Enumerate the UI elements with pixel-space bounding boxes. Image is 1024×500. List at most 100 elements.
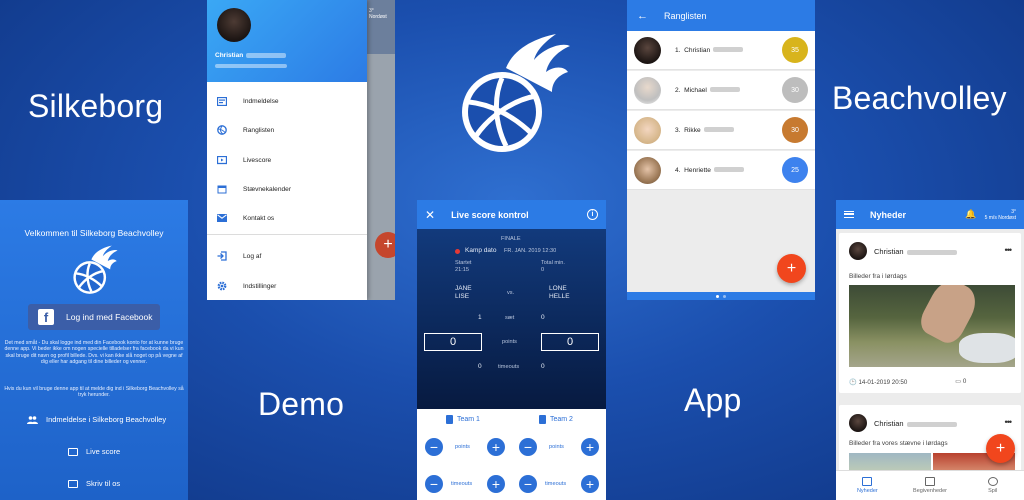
signup-label: Indmeldelse i Silkeborg Beachvolley [46, 415, 167, 424]
add-post-button[interactable]: + [986, 434, 1015, 463]
score-controls: Team 1 Team 2 − points + − points + − ti… [417, 409, 606, 500]
menu-icon[interactable] [844, 211, 854, 218]
login-screen: Velkommen til Silkeborg Beachvolley f Lo… [0, 200, 188, 500]
drawer-item-kontakt[interactable]: Kontakt os [207, 208, 367, 228]
news-screen: Nyheder 🔔 3° 5 m/s Nordøst Christian ••• … [836, 200, 1024, 500]
caption-silkeborg: Silkeborg [28, 88, 164, 124]
live-score-label: Live score [86, 447, 121, 456]
avatar [634, 36, 661, 64]
drawer-item-indmeldelse[interactable]: Indmeldelse [207, 91, 367, 111]
more-options-icon[interactable]: ••• [1005, 417, 1013, 427]
list-item[interactable]: 3. Rikke 30 [627, 111, 815, 150]
team2-points-minus-button[interactable]: − [519, 438, 537, 456]
post-text: Billeder fra i lørdags [849, 273, 907, 280]
ranking-appbar: ← Ranglisten [627, 0, 815, 31]
list-item[interactable]: 4. Henriette 25 [627, 151, 815, 190]
clipboard-icon [446, 415, 453, 424]
points-badge: 35 [782, 37, 808, 63]
close-icon[interactable]: ✕ [425, 208, 435, 222]
ranking-title: Ranglisten [664, 10, 707, 21]
post-author: Christian [874, 247, 957, 256]
back-arrow-icon[interactable]: ← [637, 10, 648, 22]
post-comments[interactable]: ▭ 0 [955, 378, 966, 386]
team1-points-minus-button[interactable]: − [425, 438, 443, 456]
team1-points-plus-button[interactable]: + [487, 438, 505, 456]
post-text: Billeder fra vores stævne i lørdags [849, 440, 948, 447]
live-appbar: ✕ Live score kontrol i [417, 200, 606, 229]
team1-timeouts: 0 [478, 363, 482, 370]
fine-print-text: Det med småt - Du skal logge ind med din… [4, 340, 184, 366]
team2-points-plus-button[interactable]: + [581, 438, 599, 456]
team1-timeouts-control-label: timeouts [451, 481, 473, 487]
live-score-link[interactable]: Live score [68, 447, 120, 456]
drawer-divider [207, 234, 367, 235]
points-badge: 30 [782, 117, 808, 143]
caption-app: App [684, 382, 742, 418]
add-button[interactable]: + [777, 254, 806, 283]
drawer-user-name: Christian [215, 52, 287, 59]
drawer-item-livescore[interactable]: Livescore [207, 150, 367, 170]
avatar [217, 8, 251, 42]
peek-weather: 3° Nordøst [369, 8, 387, 20]
match-category: FINALE [501, 236, 521, 242]
weather-readout: 3° 5 m/s Nordøst [984, 208, 1016, 221]
facebook-login-button[interactable]: f Log ind med Facebook [28, 304, 160, 330]
write-to-us-link[interactable]: Skriv til os [68, 479, 120, 488]
team2-timeouts-plus-button[interactable]: + [581, 475, 599, 493]
match-date-value: FR. JAN. 2019 12:30 [504, 248, 557, 254]
drawer-item-indstillinger[interactable]: Indstillinger [207, 276, 367, 296]
write-to-us-label: Skriv til os [86, 479, 121, 488]
team1-points-field[interactable]: 0 [424, 333, 482, 351]
drawer-user-email [215, 64, 287, 68]
team2-player2: HELLE [549, 293, 570, 300]
drawer-item-ranglisten[interactable]: Ranglisten [207, 120, 367, 140]
card-icon [217, 96, 227, 106]
avatar [634, 76, 661, 104]
drawer-item-staevnekalender[interactable]: Stævnekalender [207, 179, 367, 199]
signup-hint-text: Hvis du kun vil bruge denne app til at m… [4, 386, 184, 399]
team1-timeouts-plus-button[interactable]: + [487, 475, 505, 493]
gear-icon [217, 281, 227, 291]
volleyball-flame-logo [444, 30, 576, 162]
clipboard-icon [539, 415, 546, 424]
caption-beachvolley: Beachvolley [832, 80, 1007, 116]
info-icon[interactable]: i [587, 209, 598, 220]
started-time: 21:15 [455, 267, 469, 273]
news-card: Christian ••• Billeder fra i lørdags 🕒 1… [839, 233, 1021, 393]
points-badge: 30 [782, 77, 808, 103]
news-title: Nyheder [870, 209, 907, 220]
sets-label: sæt [505, 315, 515, 321]
nav-nyheder[interactable]: Nyheder [836, 471, 899, 500]
team1-player1: JANE [455, 285, 472, 292]
news-icon [862, 477, 873, 486]
team1-tab[interactable]: Team 1 [446, 415, 480, 424]
mail-icon [217, 213, 227, 223]
page-indicator [627, 292, 815, 300]
timeouts-label: timeouts [498, 364, 520, 370]
team2-tab[interactable]: Team 2 [539, 415, 573, 424]
drawer-item-log-af[interactable]: Log af [207, 246, 367, 266]
list-item[interactable]: 1. Christian 35 [627, 31, 815, 70]
more-options-icon[interactable]: ••• [1005, 245, 1013, 255]
team1-player2: LISE [455, 293, 470, 300]
live-score-screen: ✕ Live score kontrol i FINALE Kamp dato … [417, 200, 606, 500]
volleyball-icon [217, 125, 227, 135]
nav-begivenheder[interactable]: Begivenheder [899, 471, 962, 500]
team2-points-field[interactable]: 0 [541, 333, 599, 351]
started-label: Startet [455, 260, 472, 266]
team1-timeouts-minus-button[interactable]: − [425, 475, 443, 493]
navigation-drawer: Christian Indmeldelse Ranglisten Livesco… [207, 0, 367, 300]
volleyball-flame-logo-small [66, 244, 120, 298]
calendar-icon [925, 477, 935, 486]
versus-text: vs. [507, 290, 515, 296]
bell-icon[interactable]: 🔔 [965, 209, 976, 220]
signup-link[interactable]: Indmeldelse i Silkeborg Beachvolley [27, 415, 166, 424]
nav-spil[interactable]: Spil [961, 471, 1024, 500]
caption-demo: Demo [258, 386, 345, 422]
list-item[interactable]: 2. Michael 30 [627, 71, 815, 110]
mail-icon [68, 479, 78, 488]
avatar [849, 414, 867, 432]
welcome-text: Velkommen til Silkeborg Beachvolley [24, 228, 164, 238]
logout-icon [217, 251, 227, 261]
team2-timeouts-minus-button[interactable]: − [519, 475, 537, 493]
